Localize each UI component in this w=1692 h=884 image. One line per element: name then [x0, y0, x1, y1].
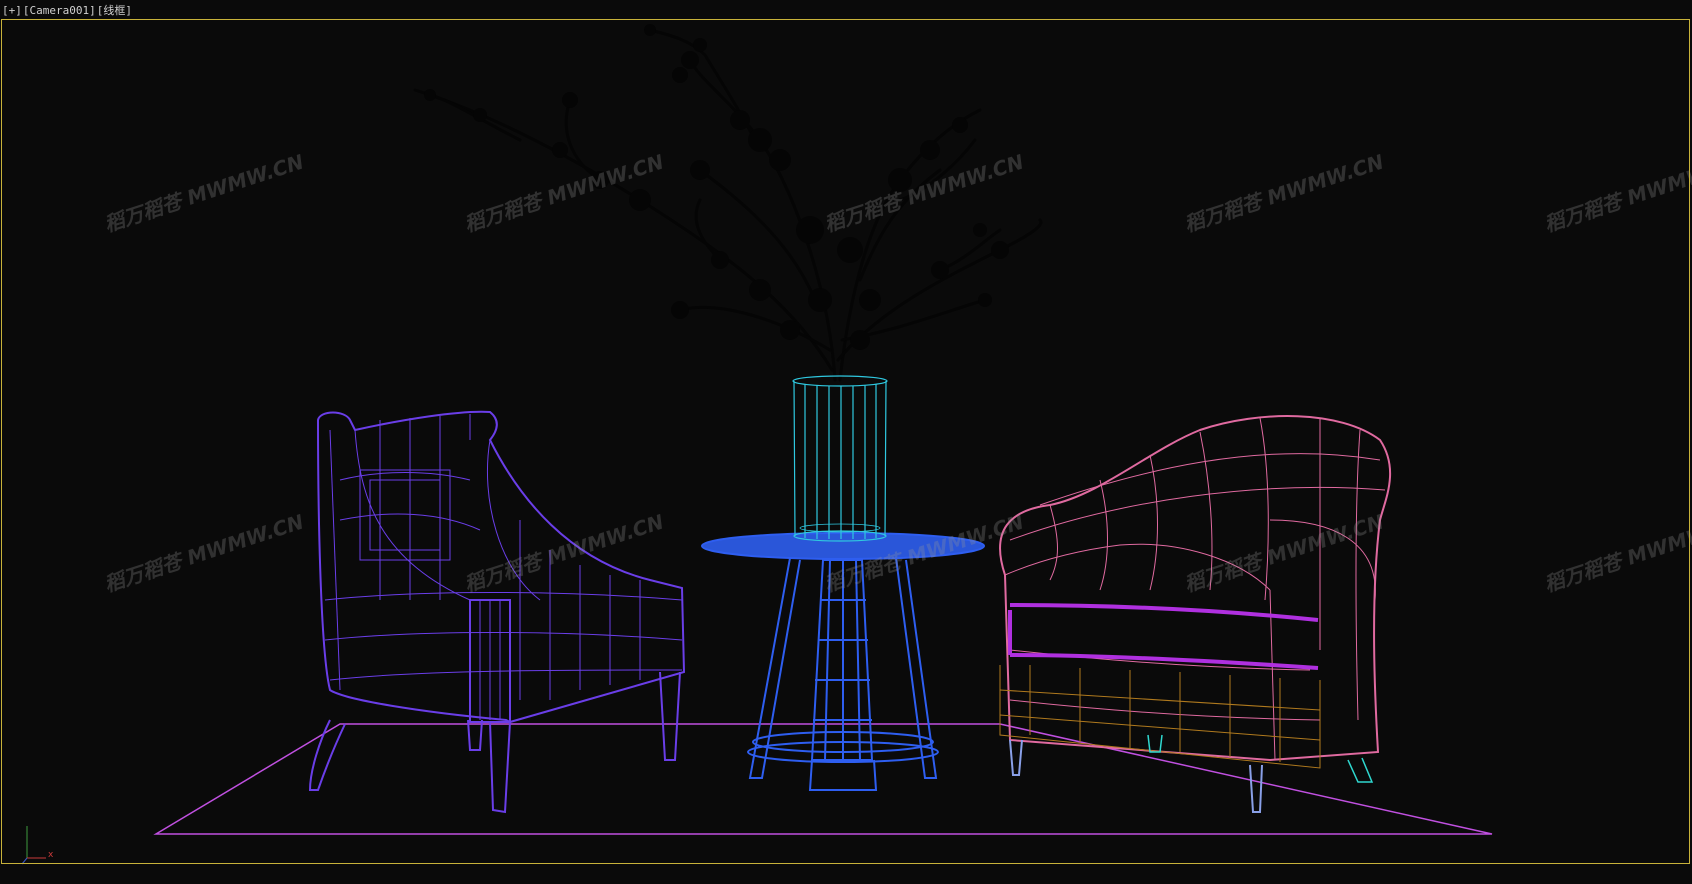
- side-table-wireframe[interactable]: [701, 532, 985, 791]
- plant-branches: [413, 28, 1043, 382]
- viewport-camera-menu[interactable]: [Camera001]: [23, 4, 96, 17]
- viewport-label-menu: [+] [Camera001] [线框]: [2, 2, 132, 18]
- scene-wireframe[interactable]: x: [0, 0, 1692, 884]
- viewport-shading-menu[interactable]: [线框]: [97, 2, 132, 18]
- rug-wireframe[interactable]: [153, 723, 1493, 835]
- right-armchair-legs: [1009, 739, 1263, 813]
- vase-wireframe[interactable]: [792, 375, 888, 542]
- axis-gizmo: x: [21, 826, 54, 865]
- left-armchair-wireframe[interactable]: [308, 410, 686, 814]
- viewport-general-menu[interactable]: [+]: [2, 4, 22, 17]
- axis-x-label: x: [48, 850, 54, 860]
- viewport[interactable]: x 稻万稻苍 MWMW.CN 稻万稻苍 MWMW.CN 稻万稻苍 MWMW.CN…: [0, 0, 1692, 884]
- right-armchair-wireframe[interactable]: [999, 415, 1392, 762]
